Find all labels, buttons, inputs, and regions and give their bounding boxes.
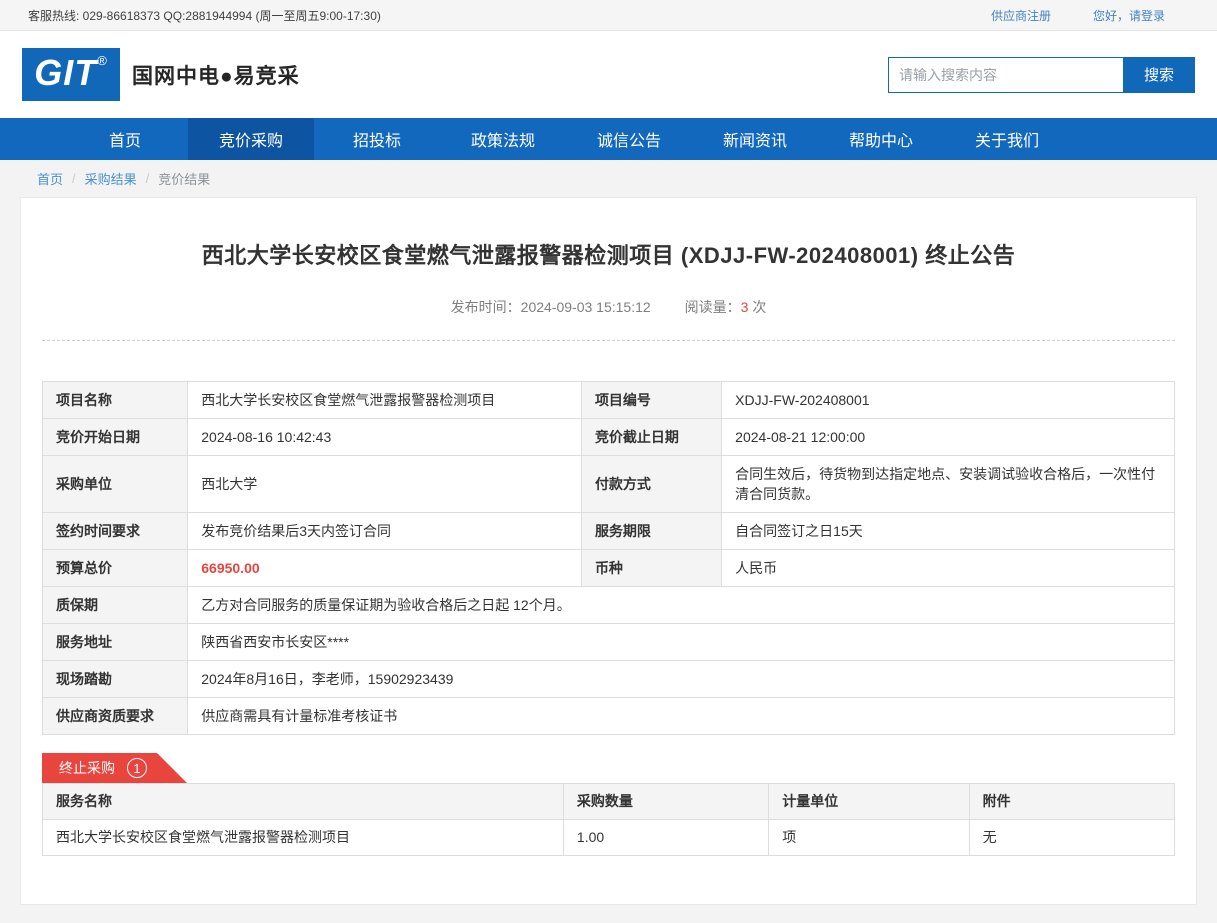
- nav-item-about-us[interactable]: 关于我们: [944, 118, 1070, 160]
- breadcrumb-separator: /: [72, 171, 76, 186]
- attachment-cell: 无: [969, 820, 1174, 856]
- login-link[interactable]: 您好，请登录: [1093, 7, 1165, 24]
- supplier-register-link[interactable]: 供应商注册: [991, 7, 1051, 24]
- topbar: 客服热线: 029-86618373 QQ:2881944994 (周一至周五9…: [0, 0, 1217, 31]
- field-value: 2024年8月16日，李老师，15902923439: [188, 661, 1175, 698]
- table-row: 竞价开始日期 2024-08-16 10:42:43 竞价截止日期 2024-0…: [43, 419, 1175, 456]
- registered-mark-icon: ®: [97, 48, 108, 74]
- hotline-text: 客服热线: 029-86618373 QQ:2881944994 (周一至周五9…: [28, 7, 381, 24]
- view-count: 阅读量：3 次: [685, 297, 767, 317]
- page-title: 西北大学长安校区食堂燃气泄露报警器检测项目 (XDJJ-FW-202408001…: [42, 198, 1175, 270]
- field-value: 西北大学长安校区食堂燃气泄露报警器检测项目: [188, 382, 582, 419]
- nav-item-bidding-purchase[interactable]: 竞价采购: [188, 118, 314, 160]
- site-header: GIT® 国网中电●易竞采 搜索: [0, 31, 1217, 118]
- table-row: 服务地址 陕西省西安市长安区****: [43, 624, 1175, 661]
- field-label: 采购单位: [43, 456, 188, 513]
- field-value: 发布竞价结果后3天内签订合同: [188, 513, 582, 550]
- service-items-table: 服务名称 采购数量 计量单位 附件 西北大学长安校区食堂燃气泄露报警器检测项目 …: [42, 783, 1175, 856]
- table-row: 供应商资质要求 供应商需具有计量标准考核证书: [43, 698, 1175, 735]
- site-name: 国网中电●易竞采: [132, 60, 300, 90]
- field-value: 合同生效后，待货物到达指定地点、安装调试验收合格后，一次性付清合同货款。: [722, 456, 1175, 513]
- breadcrumb: 首页 / 采购结果 / 竞价结果: [0, 160, 1217, 197]
- nav-item-home[interactable]: 首页: [62, 118, 188, 160]
- field-label: 服务地址: [43, 624, 188, 661]
- field-value: 乙方对合同服务的质量保证期为验收合格后之日起 12个月。: [188, 587, 1175, 624]
- field-label: 签约时间要求: [43, 513, 188, 550]
- field-value: 2024-08-21 12:00:00: [722, 419, 1175, 456]
- nav-item-integrity-notices[interactable]: 诚信公告: [566, 118, 692, 160]
- field-label: 竞价截止日期: [581, 419, 721, 456]
- dashed-divider: [42, 340, 1175, 341]
- table-row: 质保期 乙方对合同服务的质量保证期为验收合格后之日起 12个月。: [43, 587, 1175, 624]
- termination-tag: 终止采购 1: [42, 753, 187, 783]
- table-row: 采购单位 西北大学 付款方式 合同生效后，待货物到达指定地点、安装调试验收合格后…: [43, 456, 1175, 513]
- field-label: 付款方式: [581, 456, 721, 513]
- article-meta: 发布时间：2024-09-03 15:15:12 阅读量：3 次: [42, 297, 1175, 317]
- field-label: 币种: [581, 550, 721, 587]
- field-value: XDJJ-FW-202408001: [722, 382, 1175, 419]
- breadcrumb-procurement-results[interactable]: 采购结果: [85, 169, 137, 188]
- field-value: 西北大学: [188, 456, 582, 513]
- field-value: 自合同签订之日15天: [722, 513, 1175, 550]
- table-row: 签约时间要求 发布竞价结果后3天内签订合同 服务期限 自合同签订之日15天: [43, 513, 1175, 550]
- service-name-cell: 西北大学长安校区食堂燃气泄露报警器检测项目: [43, 820, 564, 856]
- nav-item-news[interactable]: 新闻资讯: [692, 118, 818, 160]
- git-logo[interactable]: GIT®: [22, 48, 120, 101]
- field-value: 人民币: [722, 550, 1175, 587]
- column-header: 采购数量: [563, 784, 768, 820]
- field-value: 2024-08-16 10:42:43: [188, 419, 582, 456]
- search-input[interactable]: [888, 57, 1123, 93]
- breadcrumb-separator: /: [146, 171, 150, 186]
- table-row: 预算总价 66950.00 币种 人民币: [43, 550, 1175, 587]
- column-header: 服务名称: [43, 784, 564, 820]
- budget-price-value: 66950.00: [188, 550, 582, 587]
- field-label: 项目名称: [43, 382, 188, 419]
- field-label: 预算总价: [43, 550, 188, 587]
- table-row: 项目名称 西北大学长安校区食堂燃气泄露报警器检测项目 项目编号 XDJJ-FW-…: [43, 382, 1175, 419]
- search-button[interactable]: 搜索: [1123, 57, 1195, 93]
- field-value: 供应商需具有计量标准考核证书: [188, 698, 1175, 735]
- project-detail-table: 项目名称 西北大学长安校区食堂燃气泄露报警器检测项目 项目编号 XDJJ-FW-…: [42, 381, 1175, 735]
- breadcrumb-current: 竞价结果: [158, 169, 210, 188]
- nav-item-policies[interactable]: 政策法规: [440, 118, 566, 160]
- field-value: 陕西省西安市长安区****: [188, 624, 1175, 661]
- column-header: 附件: [969, 784, 1174, 820]
- breadcrumb-home[interactable]: 首页: [37, 169, 63, 188]
- termination-tag-label: 终止采购: [59, 758, 115, 778]
- count-badge: 1: [127, 758, 147, 778]
- field-label: 供应商资质要求: [43, 698, 188, 735]
- nav-item-help-center[interactable]: 帮助中心: [818, 118, 944, 160]
- field-label: 现场踏勘: [43, 661, 188, 698]
- table-row: 西北大学长安校区食堂燃气泄露报警器检测项目 1.00 项 无: [43, 820, 1175, 856]
- field-label: 竞价开始日期: [43, 419, 188, 456]
- field-label: 质保期: [43, 587, 188, 624]
- table-row: 现场踏勘 2024年8月16日，李老师，15902923439: [43, 661, 1175, 698]
- content-card: 西北大学长安校区食堂燃气泄露报警器检测项目 (XDJJ-FW-202408001…: [20, 197, 1197, 905]
- quantity-cell: 1.00: [563, 820, 768, 856]
- view-count-value: 3: [741, 299, 749, 315]
- main-nav: 首页 竞价采购 招投标 政策法规 诚信公告 新闻资讯 帮助中心 关于我们: [0, 118, 1217, 160]
- publish-time: 发布时间：2024-09-03 15:15:12: [451, 297, 651, 317]
- field-label: 项目编号: [581, 382, 721, 419]
- unit-cell: 项: [769, 820, 969, 856]
- logo-text: GIT: [34, 48, 97, 98]
- table-header-row: 服务名称 采购数量 计量单位 附件: [43, 784, 1175, 820]
- search-bar: 搜索: [888, 57, 1195, 93]
- nav-item-tendering[interactable]: 招投标: [314, 118, 440, 160]
- column-header: 计量单位: [769, 784, 969, 820]
- field-label: 服务期限: [581, 513, 721, 550]
